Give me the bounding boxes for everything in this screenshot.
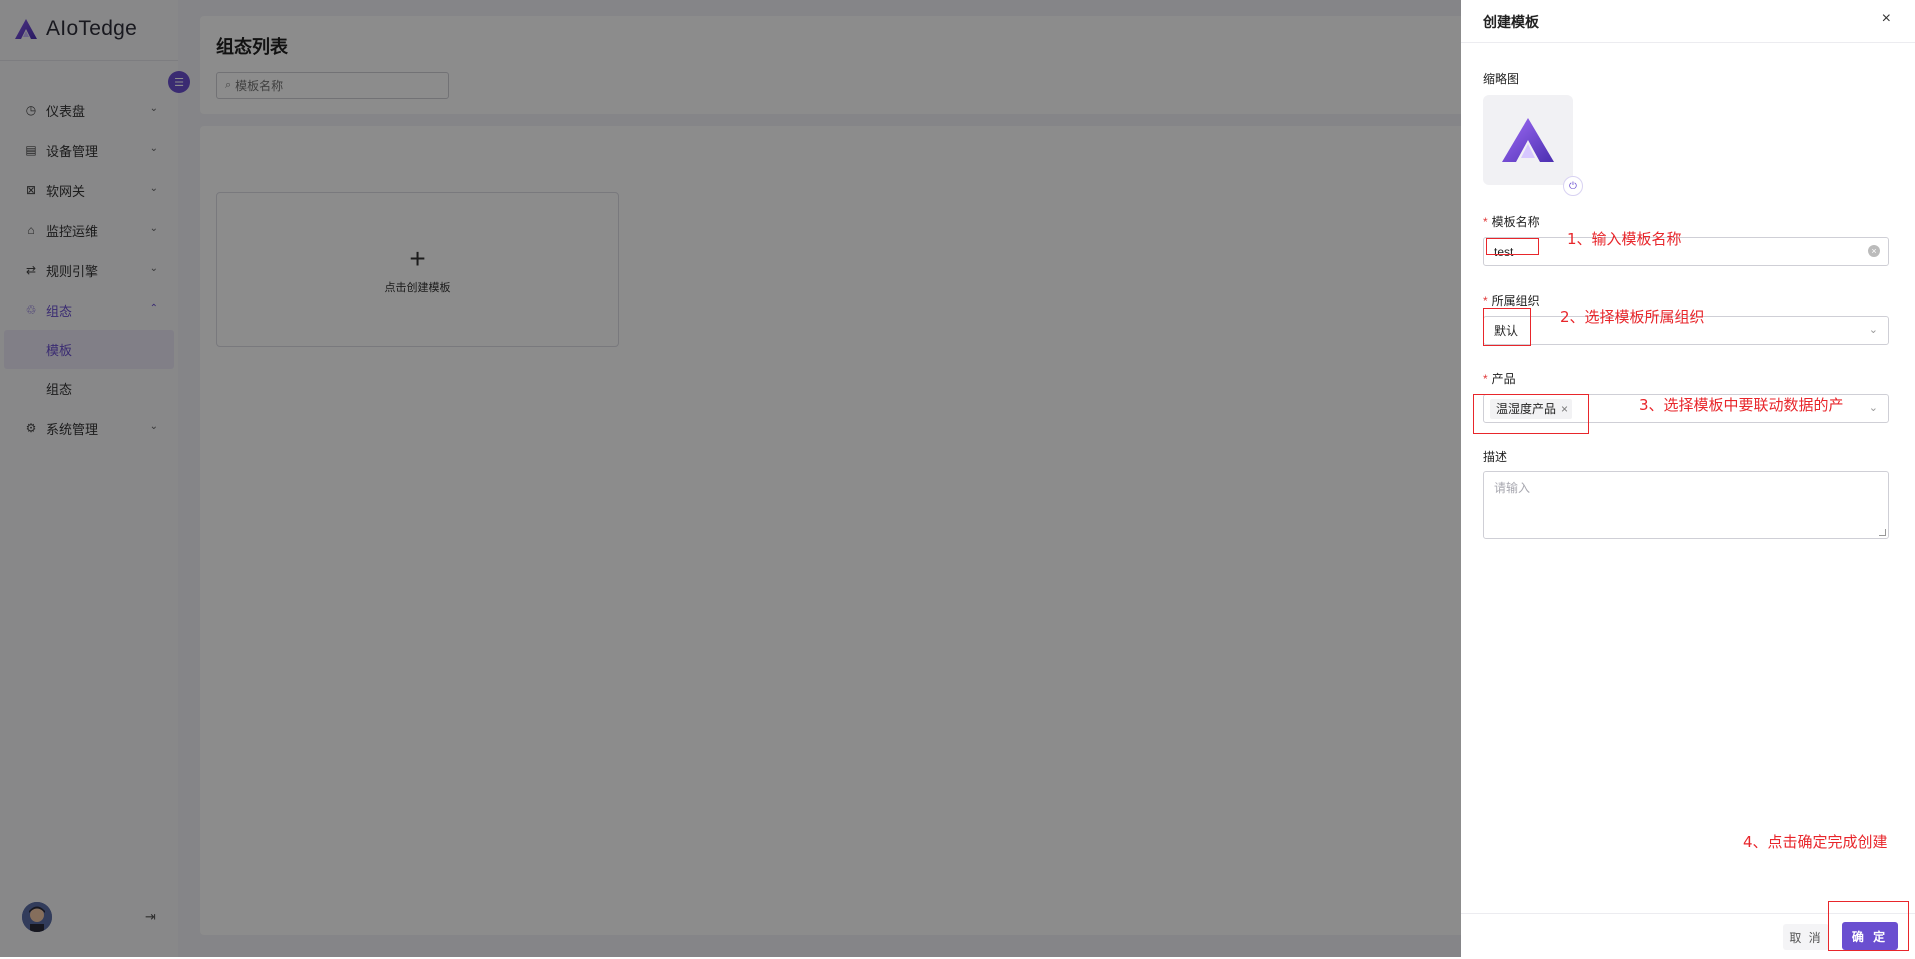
org-label: * 所属组织 (1483, 294, 1540, 308)
annotation-step3: 3、选择模板中要联动数据的产 (1639, 396, 1844, 414)
tag-close-icon[interactable]: × (1561, 402, 1568, 416)
description-field[interactable] (1483, 471, 1889, 539)
modal-mask[interactable] (0, 0, 1461, 957)
clear-icon[interactable]: × (1868, 245, 1880, 257)
description-label: 描述 (1483, 450, 1508, 464)
divider (1461, 42, 1915, 43)
thumbnail-preview[interactable] (1483, 95, 1573, 185)
drawer-title: 创建模板 (1483, 14, 1539, 30)
description-input[interactable] (1484, 472, 1888, 538)
name-label: * 模板名称 (1483, 215, 1540, 229)
annotation-step2: 2、选择模板所属组织 (1560, 308, 1705, 326)
product-tag: 温湿度产品 × (1490, 398, 1573, 419)
resize-handle-icon[interactable] (1879, 529, 1886, 536)
template-name-field[interactable]: × (1483, 237, 1889, 266)
product-label: * 产品 (1483, 372, 1516, 386)
chevron-down-icon: ⌄ (1868, 402, 1878, 414)
chevron-down-icon: ⌄ (1868, 324, 1878, 336)
annotation-step4: 4、点击确定完成创建 (1743, 833, 1888, 851)
confirm-button[interactable]: 确 定 (1842, 922, 1898, 950)
annotation-step1: 1、输入模板名称 (1567, 230, 1682, 248)
cancel-button[interactable]: 取 消 (1783, 924, 1829, 950)
create-template-drawer: 创建模板 × 缩略图 ⏻ *模板名称 × *所属组织 默认 ⌄ *产品 温湿度产… (1461, 0, 1915, 957)
thumbnail-label: 缩略图 (1483, 72, 1520, 86)
upload-icon[interactable]: ⏻ (1563, 176, 1583, 196)
org-select-value: 默认 (1494, 324, 1519, 338)
close-icon[interactable]: × (1882, 10, 1891, 28)
thumbnail-logo-icon (1502, 118, 1554, 162)
divider (1461, 913, 1915, 914)
